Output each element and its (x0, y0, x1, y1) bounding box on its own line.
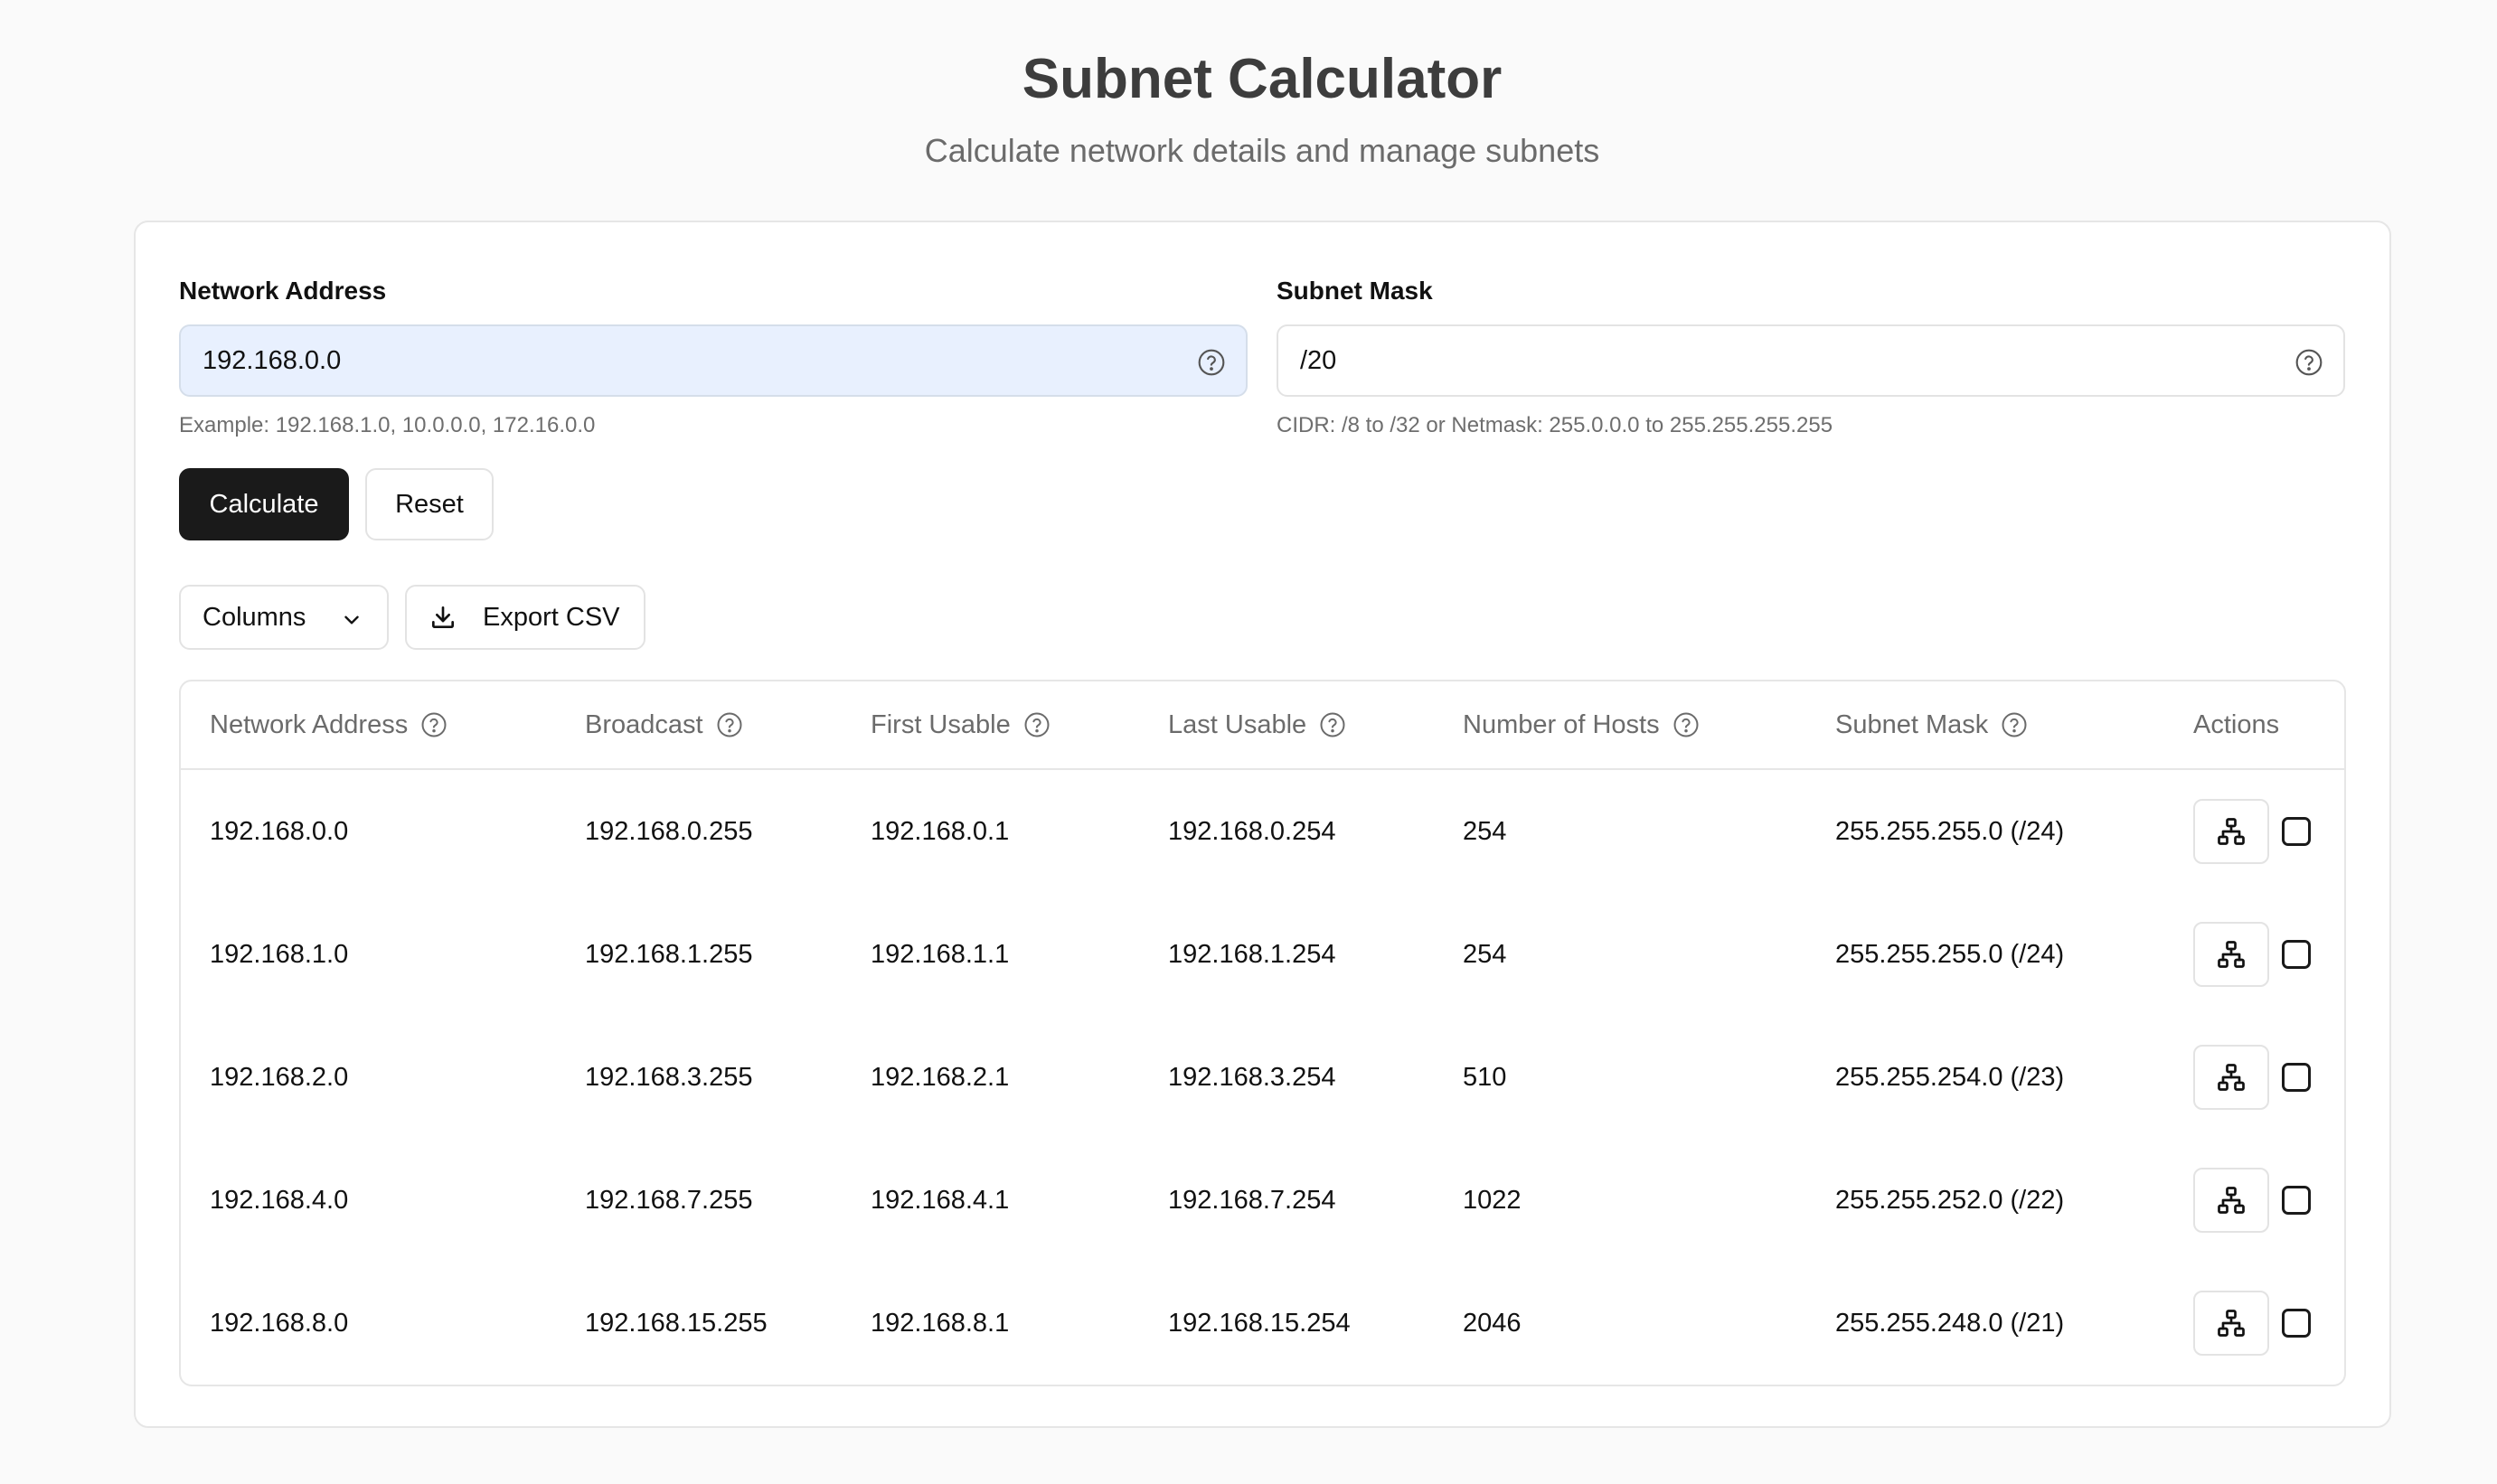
subnet-mask-hint: CIDR: /8 to /32 or Netmask: 255.0.0.0 to… (1277, 413, 1833, 437)
row-select-checkbox[interactable] (2282, 1063, 2311, 1092)
reset-button[interactable]: Reset (365, 468, 494, 540)
column-header-last-usable: Last Usable (1168, 681, 1346, 768)
row-select-checkbox[interactable] (2282, 940, 2311, 969)
column-header-network: Network Address (210, 681, 448, 768)
network-icon (2218, 1064, 2245, 1091)
view-subnets-button[interactable] (2193, 1045, 2269, 1110)
network-address-value: 192.168.0.0 (203, 345, 342, 375)
column-header-label: Actions (2193, 709, 2280, 739)
table-row: 192.168.2.0 192.168.3.255 192.168.2.1 192.1… (181, 1016, 2344, 1139)
cell-last-usable: 192.168.0.254 (1168, 816, 1336, 846)
column-header-actions: Actions (2193, 681, 2279, 768)
cell-network-address: 192.168.8.0 (210, 1308, 349, 1338)
cell-number-of-hosts: 254 (1463, 939, 1507, 969)
network-address-hint: Example: 192.168.1.0, 10.0.0.0, 172.16.0… (179, 413, 596, 437)
cell-subnet-mask: 255.255.252.0 (/22) (1835, 1185, 2065, 1215)
question-circle-icon[interactable] (420, 711, 448, 738)
cell-number-of-hosts: 2046 (1463, 1308, 1522, 1338)
network-address-input[interactable]: 192.168.0.0 (179, 324, 1248, 397)
calculate-button[interactable]: Calculate (179, 468, 349, 540)
page-subtitle: Calculate network details and manage sub… (924, 132, 1600, 169)
column-header-first-usable: First Usable (871, 681, 1051, 768)
cell-last-usable: 192.168.1.254 (1168, 939, 1336, 969)
question-circle-icon[interactable] (1023, 711, 1051, 738)
cell-first-usable: 192.168.0.1 (871, 816, 1010, 846)
download-icon (432, 606, 454, 628)
subnet-mask-label: Subnet Mask (1277, 277, 1433, 305)
cell-broadcast: 192.168.7.255 (585, 1185, 753, 1215)
table-row: 192.168.8.0 192.168.15.255 192.168.8.1 192.… (181, 1262, 2344, 1385)
view-subnets-button[interactable] (2193, 799, 2269, 864)
column-header-label: Broadcast (585, 709, 703, 739)
table-header: Network Address Broadcast First Usable L… (181, 681, 2344, 770)
cell-first-usable: 192.168.1.1 (871, 939, 1010, 969)
cell-network-address: 192.168.4.0 (210, 1185, 349, 1215)
view-subnets-button[interactable] (2193, 1291, 2269, 1356)
subnet-mask-input[interactable]: /20 (1277, 324, 2345, 397)
cell-network-address: 192.168.2.0 (210, 1062, 349, 1092)
network-icon (2218, 1310, 2245, 1337)
chevron-down-icon (344, 615, 359, 625)
cell-last-usable: 192.168.7.254 (1168, 1185, 1336, 1215)
cell-number-of-hosts: 510 (1463, 1062, 1507, 1092)
cell-broadcast: 192.168.1.255 (585, 939, 753, 969)
cell-last-usable: 192.168.15.254 (1168, 1308, 1351, 1338)
network-icon (2218, 818, 2245, 845)
network-icon (2218, 1187, 2245, 1214)
subnet-mask-value: /20 (1300, 345, 1337, 375)
columns-dropdown[interactable]: Columns (179, 585, 389, 650)
column-header-broadcast: Broadcast (585, 681, 743, 768)
cell-number-of-hosts: 1022 (1463, 1185, 1522, 1215)
network-address-label: Network Address (179, 277, 387, 305)
row-select-checkbox[interactable] (2282, 1309, 2311, 1338)
table-row: 192.168.0.0 192.168.0.255 192.168.0.1 192.1… (181, 770, 2344, 893)
cell-broadcast: 192.168.3.255 (585, 1062, 753, 1092)
question-circle-icon[interactable] (1673, 711, 1700, 738)
calculator-card: Network Address 192.168.0.0 Example: 192… (134, 221, 2391, 1428)
cell-network-address: 192.168.1.0 (210, 939, 349, 969)
page: Subnet Calculator Calculate network deta… (0, 0, 2497, 1484)
cell-number-of-hosts: 254 (1463, 816, 1507, 846)
page-title: Subnet Calculator (1022, 48, 1503, 110)
question-circle-icon[interactable] (1197, 348, 1226, 377)
cell-last-usable: 192.168.3.254 (1168, 1062, 1336, 1092)
export-csv-button[interactable]: Export CSV (405, 585, 645, 650)
column-header-label: Subnet Mask (1835, 709, 1989, 739)
column-header-label: Last Usable (1168, 709, 1307, 739)
view-subnets-button[interactable] (2193, 922, 2269, 987)
column-header-label: Network Address (210, 709, 409, 739)
cell-subnet-mask: 255.255.255.0 (/24) (1835, 816, 2065, 846)
column-header-subnet-mask: Subnet Mask (1835, 681, 2028, 768)
cell-broadcast: 192.168.0.255 (585, 816, 753, 846)
cell-subnet-mask: 255.255.255.0 (/24) (1835, 939, 2065, 969)
table-row: 192.168.4.0 192.168.7.255 192.168.4.1 192.1… (181, 1139, 2344, 1262)
row-select-checkbox[interactable] (2282, 817, 2311, 846)
table-row: 192.168.1.0 192.168.1.255 192.168.1.1 192.1… (181, 893, 2344, 1016)
cell-subnet-mask: 255.255.254.0 (/23) (1835, 1062, 2065, 1092)
network-icon (2218, 941, 2245, 968)
cell-network-address: 192.168.0.0 (210, 816, 349, 846)
column-header-hosts: Number of Hosts (1463, 681, 1700, 768)
subnet-table: Network Address Broadcast First Usable L… (179, 680, 2346, 1386)
question-circle-icon[interactable] (1319, 711, 1346, 738)
cell-first-usable: 192.168.4.1 (871, 1185, 1010, 1215)
cell-subnet-mask: 255.255.248.0 (/21) (1835, 1308, 2065, 1338)
export-csv-label: Export CSV (483, 602, 620, 632)
column-header-label: First Usable (871, 709, 1011, 739)
column-header-label: Number of Hosts (1463, 709, 1660, 739)
question-circle-icon[interactable] (716, 711, 743, 738)
row-select-checkbox[interactable] (2282, 1186, 2311, 1215)
cell-first-usable: 192.168.2.1 (871, 1062, 1010, 1092)
view-subnets-button[interactable] (2193, 1168, 2269, 1233)
cell-first-usable: 192.168.8.1 (871, 1308, 1010, 1338)
cell-broadcast: 192.168.15.255 (585, 1308, 768, 1338)
question-circle-icon[interactable] (2294, 348, 2323, 377)
columns-label: Columns (203, 602, 306, 632)
question-circle-icon[interactable] (2001, 711, 2028, 738)
